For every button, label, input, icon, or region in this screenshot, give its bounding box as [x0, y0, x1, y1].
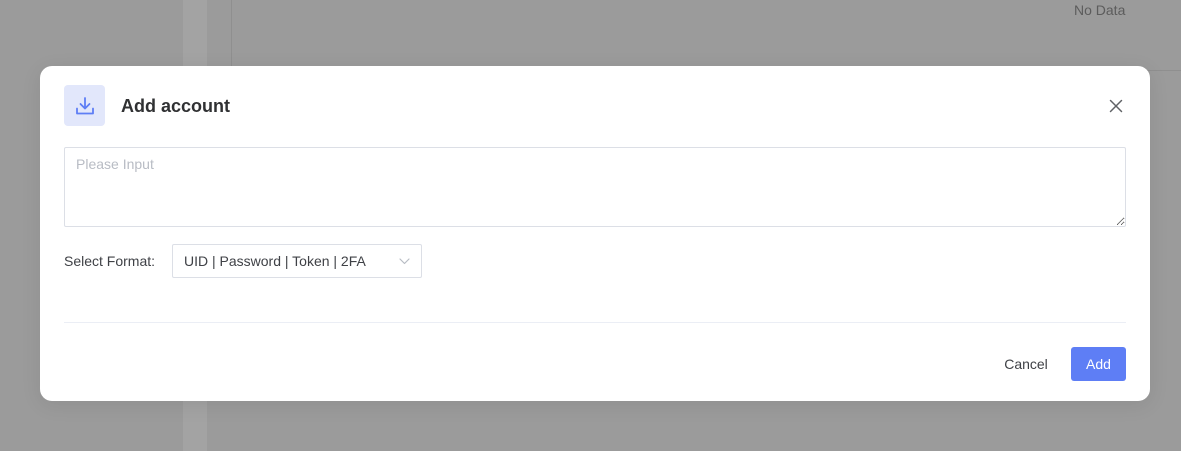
select-format-label: Select Format: — [64, 253, 156, 269]
download-icon — [64, 85, 105, 126]
account-input-textarea[interactable] — [64, 147, 1126, 227]
add-account-dialog: Add account Select Format: UID | Passwor… — [40, 66, 1150, 401]
no-data-text: No Data — [1074, 2, 1126, 18]
footer-divider — [64, 322, 1126, 323]
format-select[interactable]: UID | Password | Token | 2FA — [172, 244, 422, 278]
chevron-down-icon — [398, 255, 410, 267]
add-button[interactable]: Add — [1071, 347, 1126, 381]
close-icon[interactable] — [1106, 96, 1126, 116]
format-select-value: UID | Password | Token | 2FA — [184, 253, 366, 269]
background-table-panel: No Data — [231, 0, 1181, 71]
cancel-button[interactable]: Cancel — [990, 347, 1062, 381]
dialog-title: Add account — [121, 96, 231, 116]
